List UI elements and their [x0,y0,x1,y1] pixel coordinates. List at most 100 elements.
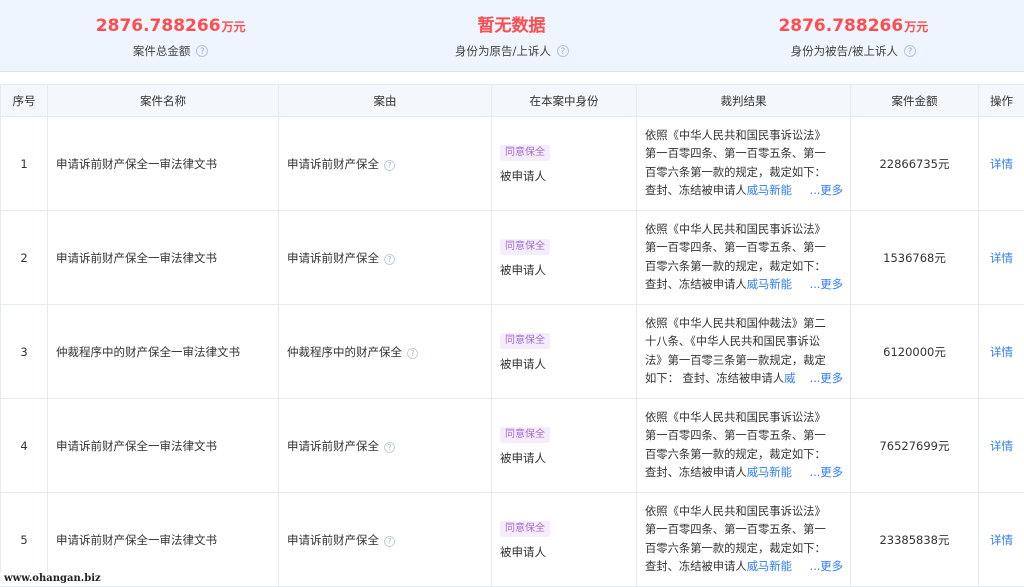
row-case-name: 仲裁程序中的财产保全一审法律文书 [48,305,279,399]
detail-link[interactable]: 详情 [979,399,1024,493]
help-icon[interactable]: ? [557,45,569,57]
row-index: 2 [1,211,48,305]
row-amount: 22866735元 [851,117,979,211]
detail-link[interactable]: 详情 [979,117,1024,211]
status-badge: 同意保全 [500,145,550,161]
more-link[interactable]: ...更多 [810,182,843,201]
cases-table: 序号 案件名称 案由 在本案中身份 裁判结果 案件金额 操作 1 申请诉前财产保… [0,84,1024,587]
help-icon[interactable]: ? [384,254,395,265]
row-cause: 申请诉前财产保全? [279,211,492,305]
row-amount: 6120000元 [851,305,979,399]
table-row: 1 申请诉前财产保全一审法律文书 申请诉前财产保全? 同意保全被申请人 依照《中… [1,117,1024,211]
header-action: 操作 [979,85,1024,117]
summary-total-amount: 2876.788266万元 案件总金额 ? [0,0,341,71]
header-index: 序号 [1,85,48,117]
summary-label: 身份为被告/被上诉人 ? [791,43,916,59]
summary-plaintiff-value: 暂无数据 [477,16,545,36]
row-ruling: 依照《中华人民共和国民事诉讼法》 第一百零四条、第一百零五条、第一 百零六条第一… [637,399,851,493]
ruling-last-text: 查封、冻结被申请人威马新能 [645,464,792,483]
help-icon[interactable]: ? [384,536,395,547]
summary-defendant-label: 身份为被告/被上诉人 [791,43,898,59]
help-icon[interactable]: ? [384,160,395,171]
detail-link[interactable]: 详情 [979,493,1024,587]
row-amount: 76527699元 [851,399,979,493]
ruling-last-prefix: 如下： 查封、冻结被申请人 [645,372,784,385]
summary-value: 暂无数据 [477,15,546,37]
company-link[interactable]: 威马新能 [747,184,792,197]
role-text: 被申请人 [500,356,635,372]
table-row: 5 申请诉前财产保全一审法律文书 申请诉前财产保全? 同意保全被申请人 依照《中… [1,493,1024,587]
detail-link[interactable]: 详情 [979,211,1024,305]
cause-text: 申请诉前财产保全 [287,251,379,265]
header-cause: 案由 [279,85,492,117]
summary-plaintiff: 暂无数据 身份为原告/上诉人 ? [341,0,682,71]
more-link[interactable]: ...更多 [810,464,843,483]
row-ruling: 依照《中华人民共和国民事诉讼法》 第一百零四条、第一百零五条、第一 百零六条第一… [637,211,851,305]
row-cause: 申请诉前财产保全? [279,399,492,493]
ruling-line: 第一百零四条、第一百零五条、第一 [645,239,843,258]
cause-text: 申请诉前财产保全 [287,439,379,453]
help-icon[interactable]: ? [904,45,916,57]
ruling-line: 依照《中华人民共和国民事诉讼法》 [645,409,843,428]
ruling-line: 百零六条第一款的规定，裁定如下： [645,446,843,465]
row-cause: 申请诉前财产保全? [279,117,492,211]
role-text: 被申请人 [500,450,635,466]
ruling-last-line: 查封、冻结被申请人威马新能 ...更多 [645,276,843,295]
ruling-last-prefix: 查封、冻结被申请人 [645,184,747,197]
header-role: 在本案中身份 [492,85,637,117]
ruling-line: 百零六条第一款的规定，裁定如下： [645,164,843,183]
row-case-name: 申请诉前财产保全一审法律文书 [48,117,279,211]
summary-bar: 2876.788266万元 案件总金额 ? 暂无数据 身份为原告/上诉人 ? 2… [0,0,1024,72]
more-link[interactable]: ...更多 [810,558,843,577]
row-ruling: 依照《中华人民共和国民事诉讼法》 第一百零四条、第一百零五条、第一 百零六条第一… [637,117,851,211]
table-row: 4 申请诉前财产保全一审法律文书 申请诉前财产保全? 同意保全被申请人 依照《中… [1,399,1024,493]
ruling-last-text: 如下： 查封、冻结被申请人威 [645,370,795,389]
ruling-last-line: 如下： 查封、冻结被申请人威 ...更多 [645,370,843,389]
row-index: 3 [1,305,48,399]
ruling-line: 第一百零四条、第一百零五条、第一 [645,427,843,446]
spacer [0,72,1024,84]
row-role: 同意保全被申请人 [492,399,637,493]
row-amount: 23385838元 [851,493,979,587]
ruling-line: 依照《中华人民共和国民事诉讼法》 [645,127,843,146]
summary-total-value: 2876.788266 [96,16,221,36]
company-link[interactable]: 威马新能 [747,560,792,573]
ruling-line: 依照《中华人民共和国民事诉讼法》 [645,503,843,522]
summary-total-label: 案件总金额 [133,43,191,59]
summary-label: 案件总金额 ? [133,43,209,59]
summary-plaintiff-label: 身份为原告/上诉人 [455,43,551,59]
company-link[interactable]: 威马新能 [747,466,792,479]
ruling-last-text: 查封、冻结被申请人威马新能 [645,558,792,577]
row-index: 4 [1,399,48,493]
more-link[interactable]: ...更多 [810,276,843,295]
summary-defendant-unit: 万元 [904,20,928,34]
header-case-name: 案件名称 [48,85,279,117]
summary-label: 身份为原告/上诉人 ? [455,43,569,59]
status-badge: 同意保全 [500,521,550,537]
summary-defendant-value: 2876.788266 [778,16,903,36]
ruling-last-text: 查封、冻结被申请人威马新能 [645,182,792,201]
row-amount: 1536768元 [851,211,979,305]
cause-text: 申请诉前财产保全 [287,533,379,547]
help-icon[interactable]: ? [407,348,418,359]
row-role: 同意保全被申请人 [492,305,637,399]
company-link[interactable]: 威马新能 [747,278,792,291]
help-icon[interactable]: ? [196,45,208,57]
ruling-last-prefix: 查封、冻结被申请人 [645,278,747,291]
header-amount: 案件金额 [851,85,979,117]
row-case-name: 申请诉前财产保全一审法律文书 [48,211,279,305]
status-badge: 同意保全 [500,239,550,255]
more-link[interactable]: ...更多 [810,370,843,389]
ruling-last-line: 查封、冻结被申请人威马新能 ...更多 [645,182,843,201]
row-role: 同意保全被申请人 [492,211,637,305]
company-link[interactable]: 威 [784,372,795,385]
row-ruling: 依照《中华人民共和国民事诉讼法》 第一百零四条、第一百零五条、第一 百零六条第一… [637,493,851,587]
row-case-name: 申请诉前财产保全一审法律文书 [48,399,279,493]
ruling-line: 第一百零四条、第一百零五条、第一 [645,145,843,164]
status-badge: 同意保全 [500,427,550,443]
help-icon[interactable]: ? [384,442,395,453]
ruling-last-prefix: 查封、冻结被申请人 [645,466,747,479]
detail-link[interactable]: 详情 [979,305,1024,399]
table-row: 3 仲裁程序中的财产保全一审法律文书 仲裁程序中的财产保全? 同意保全被申请人 … [1,305,1024,399]
row-role: 同意保全被申请人 [492,493,637,587]
